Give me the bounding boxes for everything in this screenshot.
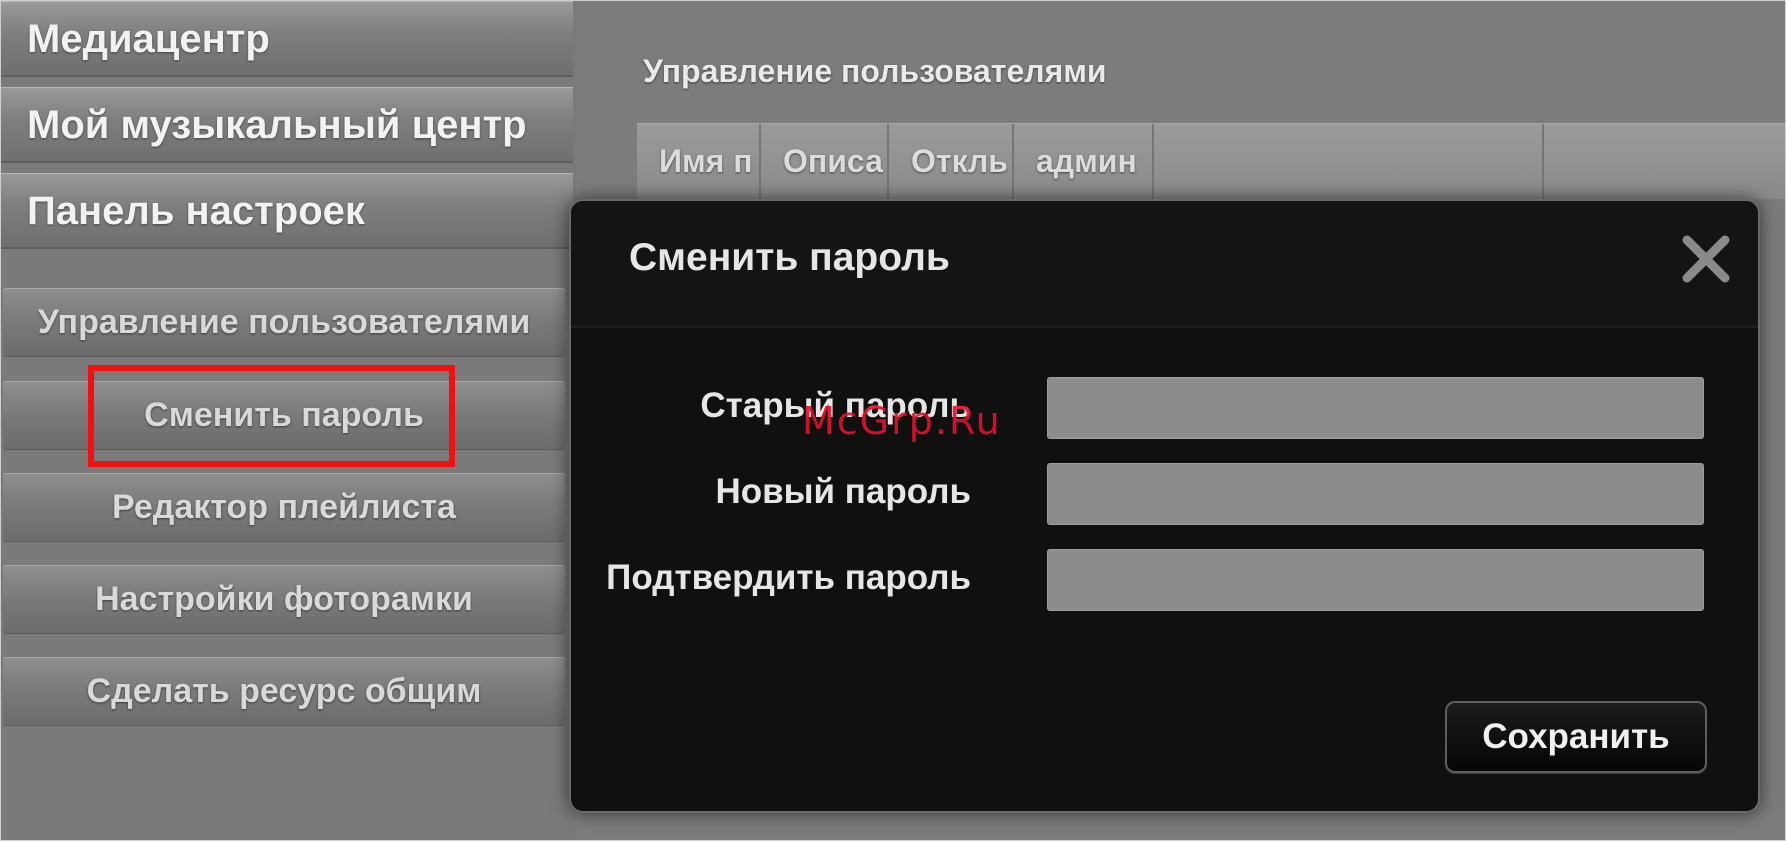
close-button[interactable]: [1678, 231, 1734, 287]
column-header-name[interactable]: Имя п: [637, 124, 761, 199]
sidebar-subitem-photo-frame-settings[interactable]: Настройки фоторамки: [3, 565, 565, 633]
confirm-password-label: Подтвердить пароль: [606, 558, 971, 597]
column-header-empty: [1154, 124, 1544, 199]
sidebar-subitem-label: Управление пользователями: [37, 303, 531, 341]
old-password-label: Старый пароль: [700, 386, 971, 425]
old-password-field[interactable]: [1047, 377, 1704, 439]
sidebar-subitem-change-password[interactable]: Сменить пароль: [3, 381, 565, 449]
sidebar-item-label: Мой музыкальный центр: [27, 103, 527, 147]
sidebar-subitem-share-resource[interactable]: Сделать ресурс общим: [3, 657, 565, 725]
page-title: Управление пользователями: [643, 53, 1107, 89]
close-icon: [1682, 235, 1730, 283]
sidebar-item-music-center[interactable]: Мой музыкальный центр: [1, 87, 573, 163]
new-password-label: Новый пароль: [715, 472, 971, 511]
users-table-header: Имя п Описа Откль админ: [637, 123, 1785, 199]
column-header-disabled[interactable]: Откль: [889, 124, 1014, 199]
sidebar-subitem-label: Редактор плейлиста: [112, 488, 456, 526]
sidebar-item-mediacenter[interactable]: Медиацентр: [1, 1, 573, 77]
confirm-password-field[interactable]: [1047, 549, 1704, 611]
screen: Медиацентр Мой музыкальный центр Панель …: [0, 0, 1786, 841]
change-password-dialog: Сменить пароль Старый пароль Новый парол…: [569, 199, 1760, 813]
sidebar-subitem-label: Сделать ресурс общим: [86, 672, 482, 710]
dialog-title: Сменить пароль: [629, 236, 950, 279]
column-header-admin[interactable]: админ: [1014, 124, 1154, 199]
sidebar-item-label: Панель настроек: [27, 189, 365, 233]
sidebar-item-label: Медиацентр: [27, 17, 270, 61]
new-password-field[interactable]: [1047, 463, 1704, 525]
sidebar-subitem-playlist-editor[interactable]: Редактор плейлиста: [3, 473, 565, 541]
sidebar-subitem-label: Настройки фоторамки: [95, 580, 473, 618]
dialog-header: Сменить пароль: [571, 201, 1758, 328]
sidebar-subitem-user-management[interactable]: Управление пользователями: [3, 288, 565, 356]
save-button[interactable]: Сохранить: [1445, 701, 1707, 773]
sidebar: Медиацентр Мой музыкальный центр Панель …: [1, 1, 576, 840]
sidebar-item-settings-panel[interactable]: Панель настроек: [1, 173, 573, 249]
sidebar-subitem-label: Сменить пароль: [144, 396, 424, 434]
column-header-description[interactable]: Описа: [761, 124, 889, 199]
